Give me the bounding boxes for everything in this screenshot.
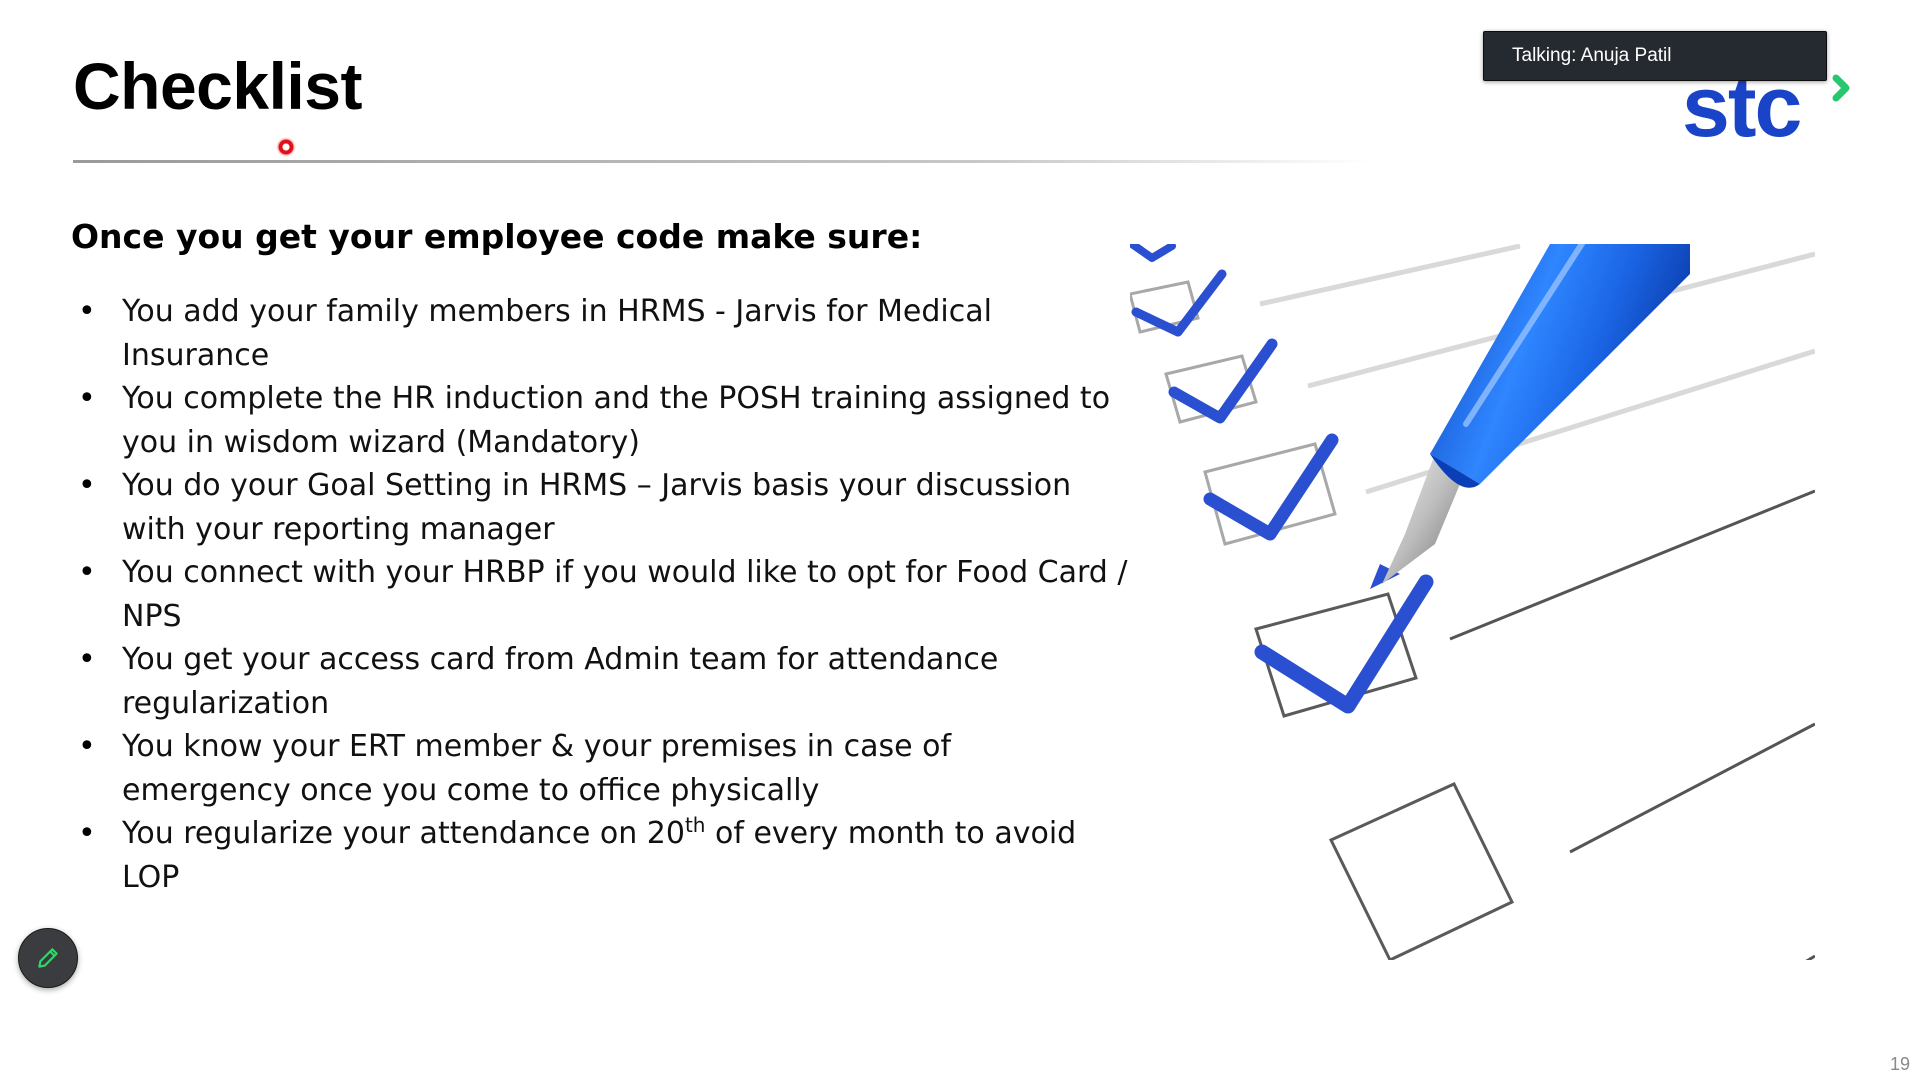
checklist-item-text: You do your Goal Setting in HRMS – Jarvi… — [122, 468, 1072, 547]
ordinal-superscript: th — [684, 813, 706, 837]
checklist-item: • You regularize your attendance on 20th… — [78, 812, 1128, 899]
slide-title: Checklist — [73, 49, 362, 123]
checklist-item: • You complete the HR induction and the … — [78, 377, 1128, 464]
bullet-icon: • — [78, 381, 96, 416]
pen-illustration — [1370, 244, 1690, 589]
title-divider — [73, 160, 1373, 163]
bullet-icon: • — [78, 816, 96, 851]
talking-label: Talking: Anuja Patil — [1512, 45, 1672, 66]
checklist-item: • You get your access card from Admin te… — [78, 638, 1128, 725]
checklist-item: • You do your Goal Setting in HRMS – Jar… — [78, 464, 1128, 551]
checklist-item: • You connect with your HRBP if you woul… — [78, 551, 1128, 638]
checklist-item: • You know your ERT member & your premis… — [78, 725, 1128, 812]
bullet-icon: • — [78, 294, 96, 329]
bullet-icon: • — [78, 729, 96, 764]
pen-icon — [35, 945, 61, 971]
bullet-icon: • — [78, 642, 96, 677]
checklist-item: • You add your family members in HRMS - … — [78, 290, 1128, 377]
checklist-item-text: You know your ERT member & your premises… — [122, 729, 952, 808]
page-number: 19 — [1890, 1054, 1911, 1074]
checklist-subheading: Once you get your employee code make sur… — [71, 217, 923, 256]
checklist-item-text: You connect with your HRBP if you would … — [122, 555, 1128, 634]
talking-indicator: Talking: Anuja Patil — [1483, 31, 1827, 81]
annotation-pen-button[interactable] — [18, 928, 78, 988]
checklist-item-text: You get your access card from Admin team… — [122, 642, 999, 721]
checklist-item-text: You regularize your attendance on 20th o… — [122, 813, 1076, 895]
checklist-pen-image — [1130, 244, 1815, 960]
laser-pointer — [276, 137, 296, 157]
checklist-item-text: You complete the HR induction and the PO… — [122, 381, 1111, 460]
presentation-slide: Checklist Once you get your employee cod… — [0, 0, 1920, 1080]
bullet-icon: • — [78, 468, 96, 503]
checklist: • You add your family members in HRMS - … — [78, 290, 1128, 899]
checklist-item-text-start: You regularize your attendance on 20 — [122, 816, 685, 851]
bullet-icon: • — [78, 555, 96, 590]
checklist-item-text: You add your family members in HRMS - Ja… — [122, 294, 992, 373]
checklist-illustration — [1130, 244, 1815, 960]
